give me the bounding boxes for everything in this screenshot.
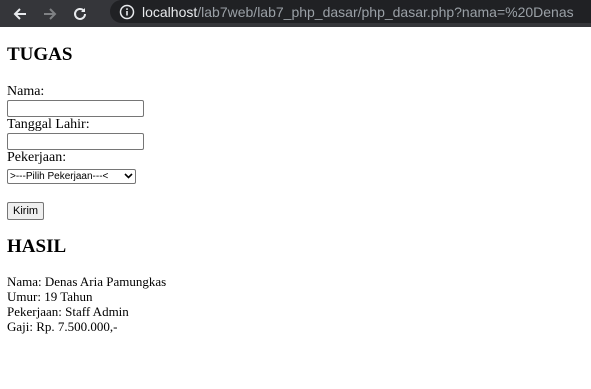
url-host: localhost [142, 3, 198, 20]
address-bar[interactable]: localhost/lab7web/lab7_php_dasar/php_das… [110, 0, 591, 23]
form-title: TUGAS [7, 44, 73, 65]
chevron-down-icon [124, 172, 133, 183]
nama-label: Nama: [7, 84, 45, 99]
reload-icon [72, 6, 88, 22]
forward-button[interactable] [35, 0, 65, 27]
kirim-button[interactable]: Kirim [7, 202, 45, 220]
nama-input[interactable] [7, 100, 144, 117]
arrow-right-icon [42, 6, 58, 22]
result-line: Pekerjaan: Staff Admin [7, 304, 129, 319]
page-content: TUGAS Nama: Tanggal Lahir: Pekerjaan: >-… [7, 44, 577, 334]
browser-toolbar: localhost/lab7web/lab7_php_dasar/php_das… [0, 0, 591, 27]
url-path: /lab7web/lab7_php_dasar/php_dasar.php?na… [197, 3, 574, 20]
pekerjaan-label: Pekerjaan: [7, 150, 67, 165]
result-line: Gaji: Rp. 7.500.000,- [7, 319, 118, 334]
result-title: HASIL [7, 236, 67, 257]
pekerjaan-selected-value: >---Pilih Pekerjaan---< [10, 171, 109, 182]
back-button[interactable] [5, 0, 35, 27]
info-icon[interactable] [118, 3, 136, 21]
tanggal-lahir-label: Tanggal Lahir: [7, 117, 90, 132]
arrow-left-icon [12, 6, 28, 22]
reload-button[interactable] [65, 0, 95, 27]
url-text: localhost/lab7web/lab7_php_dasar/php_das… [142, 4, 574, 20]
tanggal-lahir-input[interactable] [7, 133, 144, 150]
result-line: Umur: 19 Tahun [7, 289, 93, 304]
pekerjaan-select[interactable]: >---Pilih Pekerjaan---< [7, 169, 136, 184]
result-line: Nama: Denas Aria Pamungkas [7, 274, 167, 289]
